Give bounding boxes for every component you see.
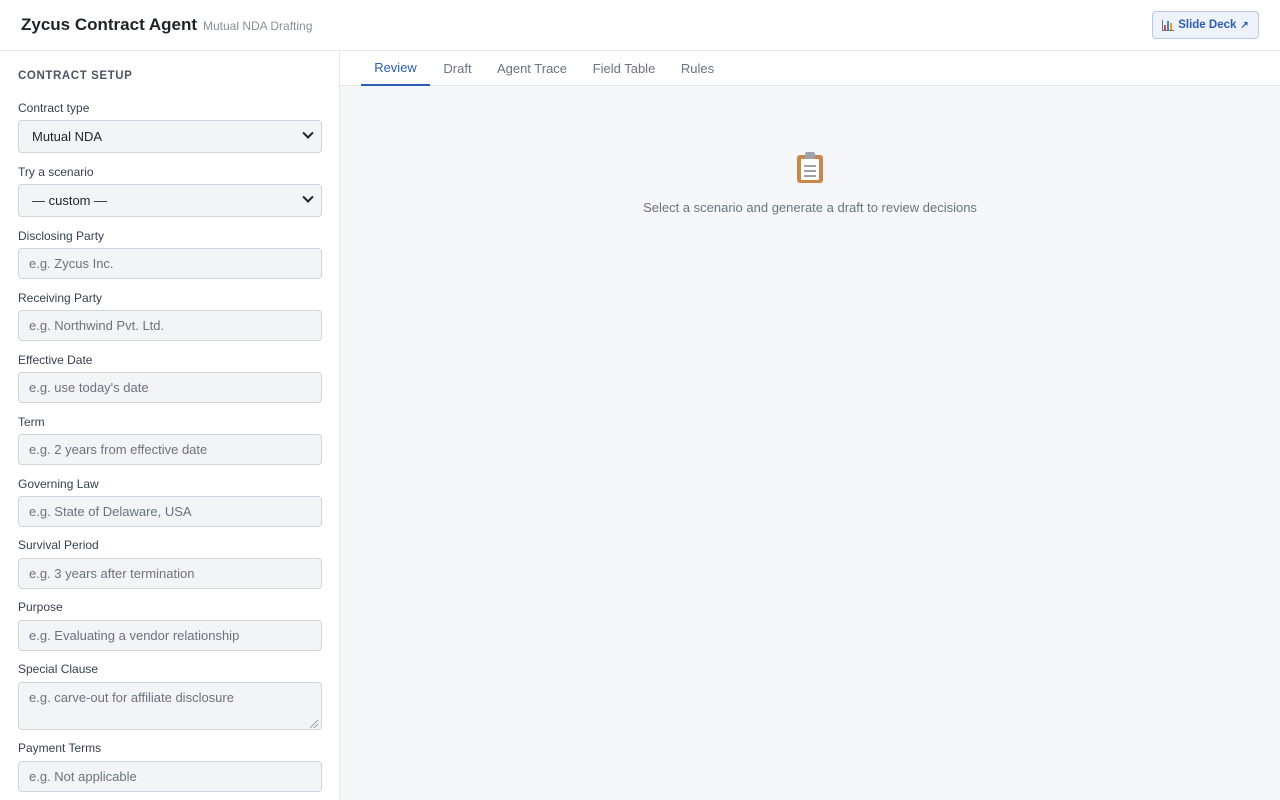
special-clause-label: Special Clause [18,662,99,676]
term-input[interactable] [18,434,322,465]
effective-date-input[interactable] [18,372,322,403]
bar-chart-icon [1162,19,1175,31]
contract-type-value: Mutual NDA [32,129,103,144]
receiving-party-input[interactable] [18,310,322,341]
slide-deck-button[interactable]: Slide Deck ↗ [1152,11,1259,39]
contract-setup-sidebar: CONTRACT SETUP Contract type Mutual NDA … [0,51,340,800]
tab-review[interactable]: Review [361,51,430,86]
payment-terms-input[interactable] [18,761,322,792]
governing-law-input[interactable] [18,496,322,527]
external-link-icon: ↗ [1240,19,1249,31]
clipboard-icon [795,151,825,183]
chevron-down-icon [302,191,314,203]
tab-bar: Review Draft Agent Trace Field Table Rul… [340,51,1280,86]
app-title: Zycus Contract Agent [21,15,198,34]
app-subtitle: Mutual NDA Drafting [203,19,313,33]
app-header: Zycus Contract Agent Mutual NDA Drafting… [0,0,1280,51]
effective-date-label: Effective Date [18,353,93,367]
tab-draft[interactable]: Draft [430,51,485,86]
purpose-label: Purpose [18,600,63,614]
receiving-party-label: Receiving Party [18,291,103,305]
payment-terms-label: Payment Terms [18,741,102,755]
survival-period-input[interactable] [18,558,322,589]
scenario-select[interactable]: — custom — [18,184,322,217]
empty-state-message: Select a scenario and generate a draft t… [643,200,977,215]
chevron-down-icon [302,127,314,139]
governing-law-label: Governing Law [18,477,99,491]
sidebar-heading: CONTRACT SETUP [18,70,133,82]
tab-field-table[interactable]: Field Table [579,51,669,86]
disclosing-party-input[interactable] [18,248,322,279]
resize-handle-icon[interactable] [310,720,318,728]
tab-rules[interactable]: Rules [669,51,726,86]
main-panel: Review Draft Agent Trace Field Table Rul… [340,51,1280,800]
scenario-label: Try a scenario [18,165,94,179]
scenario-value: — custom — [32,193,108,208]
contract-type-select[interactable]: Mutual NDA [18,120,322,153]
tab-agent-trace[interactable]: Agent Trace [485,51,579,86]
contract-type-label: Contract type [18,101,90,115]
purpose-input[interactable] [18,620,322,651]
special-clause-textarea[interactable] [18,682,322,730]
term-label: Term [18,415,45,429]
slide-deck-label: Slide Deck [1178,19,1237,31]
disclosing-party-label: Disclosing Party [18,229,105,243]
survival-period-label: Survival Period [18,538,99,552]
